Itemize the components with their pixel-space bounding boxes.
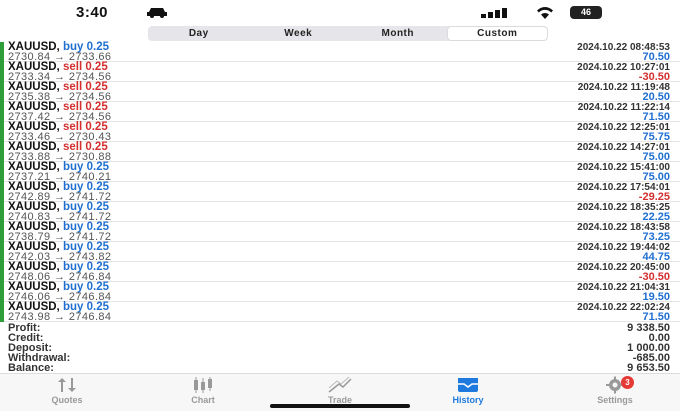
signal-icon (481, 8, 507, 18)
trade-side-bar (0, 282, 4, 302)
trade-icon (300, 376, 380, 394)
gear-icon (575, 376, 655, 394)
trade-side-bar (0, 262, 4, 282)
trade-profit: 20.50 (642, 91, 670, 103)
tab-day[interactable]: Day (149, 27, 249, 40)
trade-side-bar (0, 162, 4, 182)
trade-profit: 71.50 (642, 111, 670, 123)
car-icon (147, 8, 167, 18)
quotes-icon (27, 376, 107, 394)
tab-custom[interactable]: Custom (447, 27, 547, 40)
summary-row: Credit: 0.00 (8, 333, 670, 344)
summary-row: Deposit: 1 000.00 (8, 343, 670, 354)
trade-side-bar (0, 302, 4, 322)
trade-row[interactable]: XAUUSD, sell 0.25 2733.88 → 2730.88 2024.1… (0, 141, 680, 163)
trade-row[interactable]: XAUUSD, buy 0.25 2742.03 → 2743.82 2024.10… (0, 241, 680, 263)
trade-history-list: XAUUSD, buy 0.25 2730.84 → 2733.66 2024.10… (0, 41, 680, 323)
tab-label: Quotes (51, 395, 83, 405)
wifi-icon (537, 7, 553, 19)
trade-profit: 70.50 (642, 51, 670, 63)
trade-profit: 22.25 (642, 211, 670, 223)
summary-value: 9 653.50 (627, 362, 670, 374)
battery-icon: 46 (570, 6, 602, 19)
tab-week[interactable]: Week (249, 27, 349, 40)
tab-label: History (452, 395, 484, 405)
trade-side-bar (0, 182, 4, 202)
trade-prices: 2743.98 → 2746.84 (8, 311, 112, 323)
trade-row[interactable]: XAUUSD, buy 0.25 2746.06 → 2746.84 2024.10… (0, 281, 680, 303)
trade-row[interactable]: XAUUSD, buy 0.25 2748.06 → 2746.84 2024.10… (0, 261, 680, 283)
trade-profit: 75.00 (642, 171, 670, 183)
trade-row[interactable]: XAUUSD, buy 0.25 2743.98 → 2746.84 2024.10… (0, 301, 680, 323)
summary-row: Profit: 9 338.50 (8, 323, 670, 334)
trade-profit: -29.25 (638, 191, 670, 203)
trade-row[interactable]: XAUUSD, buy 0.25 2737.21 → 2740.21 2024.10… (0, 161, 680, 183)
tab-history[interactable]: History (428, 376, 508, 405)
trade-side-bar (0, 62, 4, 82)
trade-profit: 44.75 (642, 251, 670, 263)
history-icon (428, 376, 508, 394)
tab-quotes[interactable]: Quotes (27, 376, 107, 405)
summary-row: Balance: 9 653.50 (8, 362, 670, 374)
tab-label: Settings (597, 395, 633, 405)
trade-side-bar (0, 222, 4, 242)
tab-trade[interactable]: Trade (300, 376, 380, 405)
summary-row: Withdrawal: -685.00 (8, 353, 670, 364)
tab-chart[interactable]: Chart (163, 376, 243, 405)
trade-side-bar (0, 142, 4, 162)
trade-row[interactable]: XAUUSD, sell 0.25 2733.46 → 2730.43 2024.1… (0, 121, 680, 143)
trade-profit: 75.00 (642, 151, 670, 163)
status-bar: 3:40 46 (0, 0, 680, 24)
trade-row[interactable]: XAUUSD, buy 0.25 2742.89 → 2741.72 2024.10… (0, 181, 680, 203)
clock: 3:40 (76, 4, 109, 21)
trade-profit: -30.50 (638, 71, 670, 83)
tab-settings[interactable]: Settings 3 (575, 376, 655, 405)
period-segmented-control: Day Week Month Custom (148, 26, 548, 41)
trade-row[interactable]: XAUUSD, buy 0.25 2730.84 → 2733.66 2024.10… (0, 41, 680, 63)
trade-side-bar (0, 42, 4, 62)
trade-profit: 71.50 (642, 311, 670, 323)
trade-row[interactable]: XAUUSD, sell 0.25 2735.38 → 2734.56 2024.1… (0, 81, 680, 103)
tab-label: Chart (191, 395, 215, 405)
notification-badge: 3 (621, 376, 634, 389)
trade-row[interactable]: XAUUSD, buy 0.25 2740.83 → 2741.72 2024.10… (0, 201, 680, 223)
account-summary: Profit: 9 338.50 Credit: 0.00 Deposit: 1 000.… (8, 323, 670, 374)
trade-row[interactable]: XAUUSD, sell 0.25 2737.42 → 2734.56 2024.1… (0, 101, 680, 123)
trade-side-bar (0, 102, 4, 122)
trade-side-bar (0, 82, 4, 102)
trade-profit: 73.25 (642, 231, 670, 243)
chart-icon (163, 376, 243, 394)
trade-profit: 19.50 (642, 291, 670, 303)
trade-row[interactable]: XAUUSD, sell 0.25 2733.34 → 2734.56 2024.1… (0, 61, 680, 83)
trade-row[interactable]: XAUUSD, buy 0.25 2738.79 → 2741.72 2024.10… (0, 221, 680, 243)
trade-side-bar (0, 242, 4, 262)
trade-side-bar (0, 202, 4, 222)
home-indicator (270, 404, 410, 408)
tab-month[interactable]: Month (348, 27, 448, 40)
trade-side-bar (0, 122, 4, 142)
trade-profit: -30.50 (638, 271, 670, 283)
trade-profit: 75.75 (642, 131, 670, 143)
